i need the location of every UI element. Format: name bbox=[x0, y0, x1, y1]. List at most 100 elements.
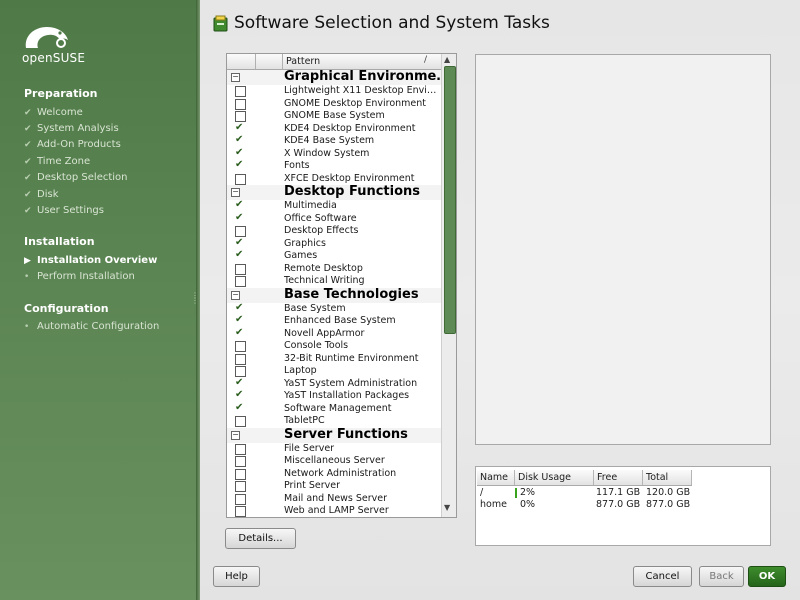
back-button[interactable]: Back bbox=[699, 566, 744, 587]
pattern-row[interactable]: Network Administration bbox=[227, 468, 441, 481]
cancel-button[interactable]: Cancel bbox=[633, 566, 692, 587]
install-check-icon[interactable]: ✔ bbox=[235, 389, 243, 400]
disk-col-name[interactable]: Name bbox=[477, 470, 515, 485]
pattern-list[interactable]: Pattern / − Graphical Environme… Lightweig… bbox=[226, 53, 457, 518]
pattern-label: KDE4 Base System bbox=[284, 135, 375, 146]
pattern-checkbox[interactable] bbox=[235, 341, 246, 352]
software-package-icon bbox=[213, 15, 228, 32]
help-button[interactable]: Help bbox=[213, 566, 260, 587]
collapse-icon[interactable]: − bbox=[231, 430, 240, 440]
pattern-description-panel[interactable] bbox=[475, 54, 771, 445]
install-check-icon[interactable]: ✔ bbox=[235, 212, 243, 223]
pattern-row[interactable]: ✔ YaST Installation Packages bbox=[227, 389, 441, 403]
sidebar-resize-grip-icon[interactable]: ⋮ ⋮ bbox=[191, 292, 199, 305]
install-check-icon[interactable]: ✔ bbox=[235, 147, 243, 158]
pattern-checkbox[interactable] bbox=[235, 366, 246, 377]
pattern-checkbox[interactable] bbox=[235, 98, 246, 110]
pattern-row[interactable]: File Server bbox=[227, 443, 441, 456]
disk-name: home bbox=[480, 499, 507, 510]
collapse-icon[interactable]: − bbox=[231, 73, 240, 82]
pattern-row[interactable]: ✔ Graphics bbox=[227, 237, 441, 251]
pattern-row[interactable]: Lightweight X11 Desktop Envi… bbox=[227, 85, 441, 98]
install-check-icon[interactable]: ✔ bbox=[235, 199, 243, 210]
install-check-icon[interactable]: ✔ bbox=[235, 302, 243, 313]
pattern-row[interactable]: ✔ Base System bbox=[227, 302, 441, 316]
pattern-row[interactable]: GNOME Base System bbox=[227, 110, 441, 123]
pattern-row[interactable]: Laptop bbox=[227, 365, 441, 378]
pattern-checkbox[interactable] bbox=[235, 506, 246, 517]
pattern-row[interactable]: Console Tools bbox=[227, 340, 441, 353]
pattern-category-row[interactable]: − Graphical Environme… bbox=[227, 69, 449, 85]
opensuse-chameleon-icon bbox=[25, 27, 69, 48]
pattern-label: Multimedia bbox=[284, 200, 337, 211]
pattern-checkbox[interactable] bbox=[235, 276, 246, 287]
pattern-row[interactable]: ✔ Games bbox=[227, 249, 441, 263]
pattern-row[interactable]: ✔ KDE4 Base System bbox=[227, 134, 441, 148]
pattern-checkbox[interactable] bbox=[235, 86, 246, 97]
scroll-up-icon[interactable]: ▲ bbox=[444, 55, 450, 64]
pattern-row[interactable]: ✔ Enhanced Base System bbox=[227, 314, 441, 328]
pattern-row[interactable]: GNOME Desktop Environment bbox=[227, 98, 441, 111]
scrollbar-thumb[interactable] bbox=[444, 66, 456, 334]
disk-row-root[interactable]: / 2% 117.1 GB 120.0 GB bbox=[477, 487, 692, 499]
install-check-icon[interactable]: ✔ bbox=[235, 134, 243, 145]
details-button[interactable]: Details... bbox=[225, 528, 296, 549]
disk-usage-table[interactable]: Name Disk Usage Free Total / 2% 117.1 GB… bbox=[475, 466, 771, 546]
pattern-checkbox[interactable] bbox=[235, 111, 246, 122]
pattern-row[interactable]: ✔ Novell AppArmor bbox=[227, 327, 441, 341]
pattern-checkbox[interactable] bbox=[235, 493, 246, 505]
pattern-row[interactable]: Desktop Effects bbox=[227, 225, 441, 238]
disk-row-home[interactable]: home 0% 877.0 GB 877.0 GB bbox=[477, 499, 692, 511]
pattern-row[interactable]: Web and LAMP Server bbox=[227, 505, 441, 517]
install-check-icon[interactable]: ✔ bbox=[235, 402, 243, 413]
pattern-row[interactable]: ✔ KDE4 Desktop Environment bbox=[227, 122, 441, 136]
install-check-icon[interactable]: ✔ bbox=[235, 327, 243, 338]
pattern-checkbox[interactable] bbox=[235, 226, 246, 237]
ok-button[interactable]: OK bbox=[748, 566, 786, 587]
pattern-row[interactable]: 32-Bit Runtime Environment bbox=[227, 353, 441, 366]
disk-col-free[interactable]: Free bbox=[594, 470, 643, 485]
disk-free: 877.0 GB bbox=[596, 499, 641, 510]
pattern-row[interactable]: ✔ Software Management bbox=[227, 402, 441, 416]
pattern-category-row[interactable]: − Base Technologies bbox=[227, 287, 441, 303]
collapse-icon[interactable]: − bbox=[231, 290, 240, 300]
pattern-row[interactable]: ✔ YaST System Administration bbox=[227, 377, 441, 391]
collapse-icon[interactable]: − bbox=[231, 188, 240, 197]
install-check-icon[interactable]: ✔ bbox=[235, 249, 243, 260]
pattern-checkbox[interactable] bbox=[235, 173, 246, 185]
pattern-row[interactable]: ✔ Office Software bbox=[227, 212, 441, 226]
header-icon-column[interactable] bbox=[256, 54, 283, 69]
pattern-label: Technical Writing bbox=[284, 275, 365, 286]
pattern-checkbox[interactable] bbox=[235, 263, 246, 275]
pattern-row[interactable]: Print Server bbox=[227, 480, 441, 493]
pattern-checkbox[interactable] bbox=[235, 416, 246, 427]
pattern-checkbox[interactable] bbox=[235, 481, 246, 492]
disk-col-usage[interactable]: Disk Usage bbox=[515, 470, 594, 485]
disk-usage-header: Name Disk Usage Free Total bbox=[477, 470, 692, 486]
install-check-icon[interactable]: ✔ bbox=[235, 159, 243, 170]
pattern-category-label: Desktop Functions bbox=[284, 184, 421, 199]
install-check-icon[interactable]: ✔ bbox=[235, 122, 243, 133]
pattern-checkbox[interactable] bbox=[235, 468, 246, 480]
pattern-checkbox[interactable] bbox=[235, 456, 246, 467]
pattern-checkbox[interactable] bbox=[235, 443, 246, 455]
pattern-row[interactable]: Mail and News Server bbox=[227, 493, 441, 506]
check-icon: ✔ bbox=[24, 124, 32, 134]
pattern-label: Fonts bbox=[284, 160, 310, 171]
install-check-icon[interactable]: ✔ bbox=[235, 237, 243, 248]
pattern-row[interactable]: ✔ Multimedia bbox=[227, 199, 441, 213]
pattern-checkbox[interactable] bbox=[235, 353, 246, 365]
pattern-scrollbar[interactable]: ▲ ▼ bbox=[441, 54, 456, 517]
pattern-category-row[interactable]: − Server Functions bbox=[227, 427, 441, 443]
pattern-row[interactable]: ✔ Fonts bbox=[227, 159, 441, 173]
disk-col-total[interactable]: Total bbox=[643, 470, 692, 485]
check-icon: ✔ bbox=[24, 108, 32, 118]
install-check-icon[interactable]: ✔ bbox=[235, 377, 243, 388]
pattern-row[interactable]: Miscellaneous Server bbox=[227, 455, 441, 468]
pattern-category-row[interactable]: − Desktop Functions bbox=[227, 184, 441, 200]
header-status-column[interactable] bbox=[227, 54, 256, 69]
install-check-icon[interactable]: ✔ bbox=[235, 314, 243, 325]
scroll-down-icon[interactable]: ▼ bbox=[444, 503, 450, 512]
pattern-row[interactable]: ✔ X Window System bbox=[227, 147, 441, 161]
pattern-row[interactable]: Remote Desktop bbox=[227, 263, 441, 276]
